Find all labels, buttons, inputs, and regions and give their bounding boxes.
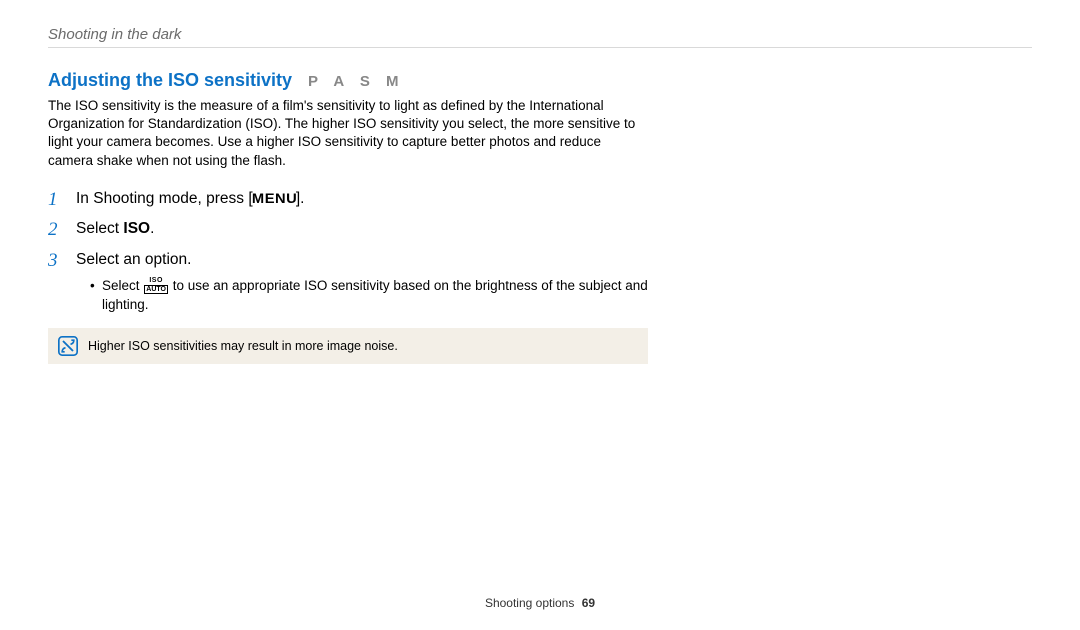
step-3-text: Select an option. xyxy=(76,251,191,268)
section-heading: Adjusting the ISO sensitivity xyxy=(48,70,292,91)
step-3-sublist: Select ISOAUTO to use an appropriate ISO… xyxy=(76,277,648,313)
note-box: Higher ISO sensitivities may result in m… xyxy=(48,328,648,364)
step-2-bold: ISO xyxy=(123,220,150,237)
iso-auto-icon-top: ISO xyxy=(144,277,168,284)
intro-paragraph: The ISO sensitivity is the measure of a … xyxy=(48,97,638,170)
step-3: Select an option. Select ISOAUTO to use … xyxy=(48,249,648,314)
iso-auto-icon: ISOAUTO xyxy=(144,277,168,294)
step-2-text-pre: Select xyxy=(76,220,123,237)
step-2-text-post: . xyxy=(150,220,154,237)
step-1-text-pre: In Shooting mode, press [ xyxy=(76,190,253,207)
menu-button-glyph: MENU xyxy=(252,188,297,208)
heading-row: Adjusting the ISO sensitivity P A S M xyxy=(48,70,1032,91)
step-3-bullet: Select ISOAUTO to use an appropriate ISO… xyxy=(90,277,648,313)
page-footer: Shooting options 69 xyxy=(0,596,1080,610)
note-icon xyxy=(58,336,78,356)
footer-section-label: Shooting options xyxy=(485,596,574,610)
divider xyxy=(48,47,1032,48)
step-3-bullet-post: to use an appropriate ISO sensitivity ba… xyxy=(102,278,648,311)
mode-indicators: P A S M xyxy=(308,73,404,90)
step-1: In Shooting mode, press [MENU]. xyxy=(48,188,648,210)
breadcrumb: Shooting in the dark xyxy=(48,26,1032,43)
step-list: In Shooting mode, press [MENU]. Select I… xyxy=(48,188,648,314)
footer-page-number: 69 xyxy=(582,596,595,610)
iso-auto-icon-bottom: AUTO xyxy=(144,285,168,294)
note-text: Higher ISO sensitivities may result in m… xyxy=(88,339,398,353)
step-2: Select ISO. xyxy=(48,218,648,240)
step-3-bullet-pre: Select xyxy=(102,278,143,293)
